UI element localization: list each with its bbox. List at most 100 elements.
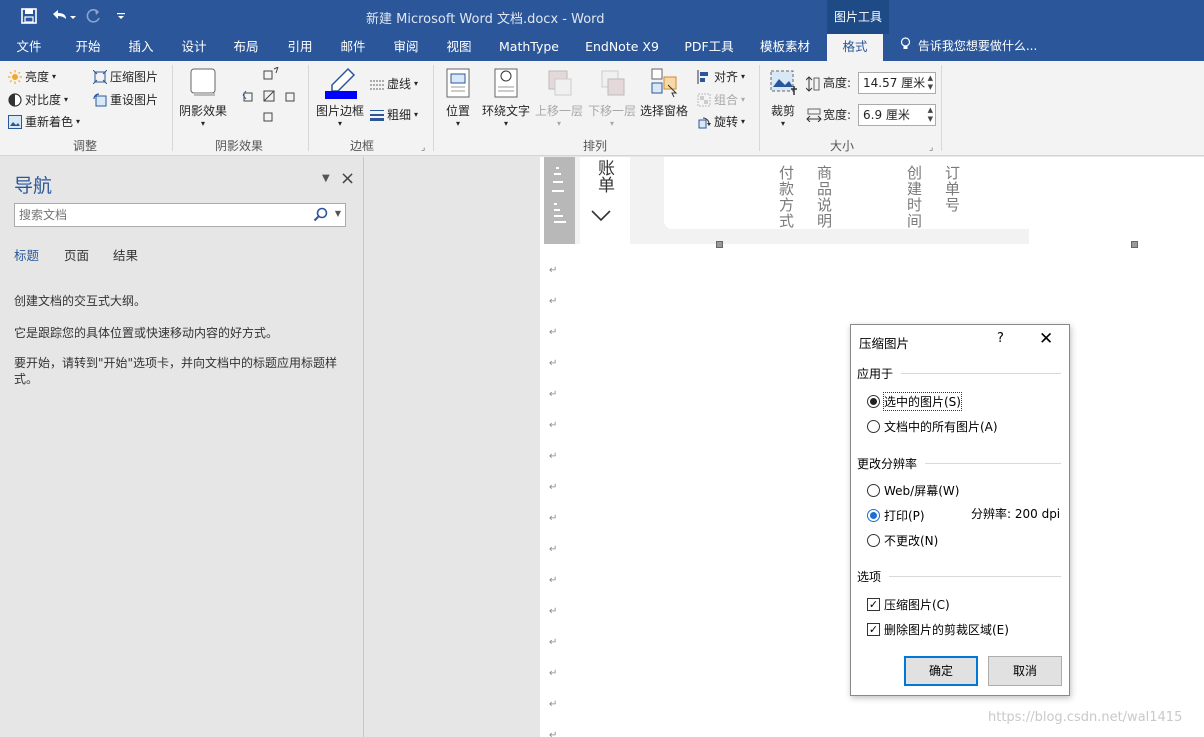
picture-tools-context-title: 图片工具	[827, 0, 889, 34]
paragraph-mark: ↵	[549, 420, 558, 431]
radio-button-icon[interactable]	[867, 484, 880, 497]
selected-picture[interactable]: 账单 付款方式 商品说明 创建时间 订单号	[544, 157, 1029, 244]
tab-format[interactable]: 格式	[827, 34, 883, 61]
customize-quick-access-icon[interactable]	[114, 6, 128, 26]
wrap-text-icon	[490, 67, 522, 99]
radio-button-icon[interactable]	[867, 395, 880, 408]
tab-mathtype[interactable]: MathType	[492, 34, 566, 61]
border-dialog-launcher-icon[interactable]: ⌟	[421, 143, 425, 153]
group-label-arrange: 排列	[583, 139, 608, 153]
tab-file[interactable]: 文件	[8, 34, 50, 61]
radio-button-icon[interactable]	[867, 509, 880, 522]
height-value: 14.57 厘米	[863, 76, 926, 90]
ok-button[interactable]: 确定	[904, 656, 978, 686]
resolution-print-radio[interactable]: 打印(P)	[867, 507, 925, 524]
picture-border-button[interactable]: 图片边框 ▾	[313, 67, 367, 128]
group-label-shadow: 阴影效果	[215, 139, 264, 153]
bring-forward-button[interactable]: 上移一层 ▾	[533, 67, 585, 128]
resolution-nochange-radio[interactable]: 不更改(N)	[867, 532, 938, 549]
resolution-web-label: Web/屏幕(W)	[884, 484, 960, 498]
sun-icon	[8, 69, 22, 84]
tab-review[interactable]: 审阅	[384, 34, 428, 61]
recolor-label: 重新着色	[25, 115, 74, 129]
resize-handle[interactable]	[716, 241, 723, 248]
tab-layout[interactable]: 布局	[225, 34, 267, 61]
tab-view[interactable]: 视图	[437, 34, 481, 61]
cancel-button[interactable]: 取消	[988, 656, 1062, 686]
paragraph-mark: ↵	[549, 451, 558, 462]
spinner-arrows-icon[interactable]: ▲ ▼	[928, 106, 933, 124]
close-icon[interactable]: ✕	[1039, 329, 1053, 349]
group-button[interactable]: 组合 ▾	[697, 91, 745, 108]
crop-button[interactable]: 裁剪 ▾	[764, 67, 802, 128]
group-divider	[433, 65, 434, 151]
group-divider	[759, 65, 760, 151]
apply-to-label: 应用于	[857, 367, 894, 381]
resolution-web-radio[interactable]: Web/屏幕(W)	[867, 482, 959, 499]
resize-handle[interactable]	[1131, 241, 1138, 248]
nav-tab-headings[interactable]: 标题	[14, 245, 39, 264]
picture-border-icon	[324, 67, 357, 99]
shadow-nudge-controls[interactable]	[242, 66, 302, 131]
reset-picture-button[interactable]: 重设图片	[93, 91, 158, 108]
apply-selected-radio[interactable]: 选中的图片(S)	[867, 392, 962, 411]
nav-search-box[interactable]: ▼	[14, 203, 346, 227]
search-icon[interactable]	[313, 207, 329, 223]
tab-template-materials[interactable]: 模板素材	[752, 34, 818, 61]
width-spinner[interactable]: 6.9 厘米 ▲ ▼	[858, 104, 936, 126]
recolor-button[interactable]: 重新着色 ▾	[8, 113, 80, 130]
bill-header-text: 账单	[594, 159, 614, 193]
width-icon	[806, 108, 822, 122]
dashes-button[interactable]: 虚线 ▾	[370, 75, 418, 92]
watermark-text: https://blog.csdn.net/wal1415	[988, 710, 1183, 725]
nav-pane-options-icon[interactable]: ▼	[322, 173, 330, 184]
tab-mailings[interactable]: 邮件	[331, 34, 375, 61]
position-button[interactable]: 位置 ▾	[440, 67, 476, 128]
save-icon[interactable]	[18, 6, 40, 26]
tab-pdf-tools[interactable]: PDF工具	[678, 34, 740, 61]
size-dialog-launcher-icon[interactable]: ⌟	[929, 143, 933, 153]
redo-icon[interactable]	[84, 6, 104, 26]
tab-references[interactable]: 引用	[278, 34, 322, 61]
checkbox-checked-icon[interactable]: ✓	[867, 623, 880, 636]
nav-tab-pages[interactable]: 页面	[64, 245, 89, 264]
align-label: 对齐	[714, 70, 739, 84]
selection-pane-button[interactable]: 选择窗格	[639, 67, 689, 119]
weight-button[interactable]: 粗细 ▾	[370, 106, 418, 123]
compress-pictures-checkbox[interactable]: ✓ 压缩图片(C)	[867, 596, 950, 613]
tab-design[interactable]: 设计	[172, 34, 216, 61]
radio-button-icon[interactable]	[867, 420, 880, 433]
tell-me-search[interactable]: 告诉我您想要做什么...	[900, 34, 1037, 61]
spinner-arrows-icon[interactable]: ▲ ▼	[928, 74, 933, 92]
wrap-text-button[interactable]: 环绕文字 ▾	[480, 67, 532, 128]
checkbox-checked-icon[interactable]: ✓	[867, 598, 880, 611]
tab-endnote[interactable]: EndNote X9	[580, 34, 664, 61]
contrast-button[interactable]: 对比度 ▾	[8, 91, 68, 108]
help-button[interactable]: ?	[997, 331, 1004, 346]
height-spinner[interactable]: 14.57 厘米 ▲ ▼	[858, 72, 936, 94]
delete-cropped-areas-label: 删除图片的剪裁区域(E)	[884, 623, 1009, 637]
search-options-chevron-icon[interactable]: ▼	[335, 209, 341, 218]
navigation-pane: 导航 ▼ × ▼ 标题 页面 结果 创建文档的交互式大纲。 它是跟踪您的具体位置…	[0, 157, 364, 737]
paragraph-mark: ↵	[549, 296, 558, 307]
undo-icon[interactable]	[48, 6, 78, 26]
document-area[interactable]: 账单 付款方式 商品说明 创建时间 订单号 ↵ ↵ ↵ ↵ ↵ ↵ ↵ ↵ ↵ …	[365, 157, 1204, 737]
compress-pictures-button[interactable]: 压缩图片	[92, 68, 158, 85]
delete-cropped-areas-checkbox[interactable]: ✓ 删除图片的剪裁区域(E)	[867, 621, 1009, 638]
shadow-effects-button[interactable]: 阴影效果 ▾	[176, 67, 230, 128]
reset-picture-label: 重设图片	[110, 93, 159, 107]
rotate-button[interactable]: 旋转 ▾	[697, 113, 745, 130]
nav-search-input[interactable]	[15, 204, 305, 226]
resolution-nochange-label: 不更改(N)	[884, 534, 939, 548]
paragraph-mark: ↵	[549, 544, 558, 555]
radio-button-icon[interactable]	[867, 534, 880, 547]
brightness-button[interactable]: 亮度 ▾	[8, 68, 56, 85]
tab-home[interactable]: 开始	[66, 34, 110, 61]
tab-insert[interactable]: 插入	[120, 34, 162, 61]
apply-all-radio[interactable]: 文档中的所有图片(A)	[867, 418, 998, 435]
nav-pane-title: 导航	[14, 175, 53, 197]
send-backward-button[interactable]: 下移一层 ▾	[586, 67, 638, 128]
align-button[interactable]: 对齐 ▾	[697, 68, 745, 85]
nav-tab-results[interactable]: 结果	[113, 245, 138, 264]
nav-pane-close-icon[interactable]: ×	[340, 168, 355, 189]
